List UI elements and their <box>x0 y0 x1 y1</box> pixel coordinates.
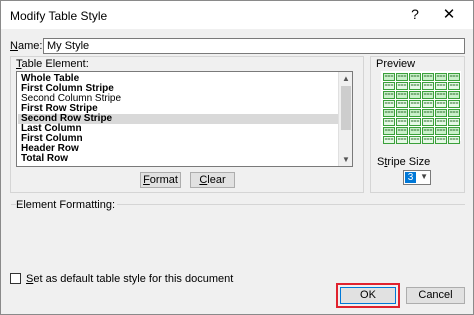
preview-cell: === <box>409 109 421 117</box>
name-input[interactable]: My Style <box>43 38 465 54</box>
default-style-checkbox[interactable] <box>10 273 21 284</box>
preview-cell: === <box>448 100 460 108</box>
cancel-button[interactable]: Cancel <box>406 287 465 304</box>
preview-cell: === <box>409 73 421 81</box>
preview-cell: === <box>422 82 434 90</box>
preview-cell: === <box>435 91 447 99</box>
preview-cell: === <box>422 100 434 108</box>
preview-cell: === <box>409 118 421 126</box>
preview-cell: === <box>422 127 434 135</box>
preview-cell: === <box>422 73 434 81</box>
list-item[interactable]: Total Row <box>18 154 338 164</box>
preview-label: Preview <box>376 58 416 70</box>
close-icon[interactable]: ✕ <box>437 5 461 25</box>
preview-cell: === <box>383 91 395 99</box>
stripe-size-select[interactable]: 3 ▼ <box>403 170 431 185</box>
preview-cell: === <box>422 91 434 99</box>
element-formatting-label: Element Formatting: <box>16 199 118 211</box>
preview-cell: === <box>435 109 447 117</box>
scroll-up-icon[interactable]: ▲ <box>339 72 353 85</box>
preview-cell: === <box>396 82 408 90</box>
clear-button[interactable]: Clear <box>190 172 235 188</box>
preview-cell: === <box>448 73 460 81</box>
preview-cell: === <box>448 109 460 117</box>
preview-cell: === <box>448 136 460 144</box>
dialog-title: Modify Table Style <box>10 9 108 23</box>
preview-cell: === <box>422 118 434 126</box>
preview-cell: === <box>435 127 447 135</box>
preview-cell: === <box>383 82 395 90</box>
scroll-thumb[interactable] <box>341 86 351 130</box>
scroll-down-icon[interactable]: ▼ <box>339 153 353 166</box>
preview-cell: === <box>396 100 408 108</box>
preview-cell: === <box>435 100 447 108</box>
preview-cell: === <box>448 91 460 99</box>
preview-cell: === <box>383 118 395 126</box>
preview-cell: === <box>448 82 460 90</box>
preview-cell: === <box>409 91 421 99</box>
stripe-size-label: Stripe Size <box>377 156 431 168</box>
ok-button[interactable]: OK <box>340 287 396 304</box>
preview-cell: === <box>422 109 434 117</box>
title-bar: Modify Table Style ? ✕ <box>1 1 473 29</box>
preview-cell: === <box>448 118 460 126</box>
list-scrollbar[interactable]: ▲ ▼ <box>338 72 352 166</box>
default-style-label: Set as default table style for this docu… <box>26 273 234 285</box>
preview-cell: === <box>396 118 408 126</box>
modify-table-style-dialog: Modify Table Style ? ✕ Name: My Style Ta… <box>0 0 474 315</box>
preview-cell: === <box>396 91 408 99</box>
preview-cell: === <box>409 136 421 144</box>
preview-cell: === <box>409 82 421 90</box>
stripe-size-value: 3 <box>405 172 416 183</box>
preview-cell: === <box>383 136 395 144</box>
preview-cell: === <box>383 73 395 81</box>
help-icon[interactable]: ? <box>405 6 425 24</box>
preview-cell: === <box>435 82 447 90</box>
preview-cell: === <box>409 100 421 108</box>
table-preview: === === === === === === === === === === === === === =… <box>381 71 461 144</box>
preview-cell: === <box>396 127 408 135</box>
preview-cell: === <box>396 73 408 81</box>
preview-cell: === <box>448 127 460 135</box>
name-label: Name: <box>10 40 43 52</box>
preview-cell: === <box>435 73 447 81</box>
table-element-list[interactable]: Whole Table First Column Stripe Second Col… <box>16 71 353 167</box>
preview-cell: === <box>383 127 395 135</box>
preview-cell: === <box>396 136 408 144</box>
preview-cell: === <box>383 109 395 117</box>
preview-cell: === <box>383 100 395 108</box>
preview-cell: === <box>409 127 421 135</box>
preview-cell: === <box>396 109 408 117</box>
preview-cell: === <box>435 118 447 126</box>
table-element-label: Table Element: <box>16 58 89 70</box>
preview-cell: === <box>435 136 447 144</box>
chevron-down-icon[interactable]: ▼ <box>420 172 428 181</box>
preview-cell: === <box>422 136 434 144</box>
format-button[interactable]: Format <box>140 172 181 188</box>
